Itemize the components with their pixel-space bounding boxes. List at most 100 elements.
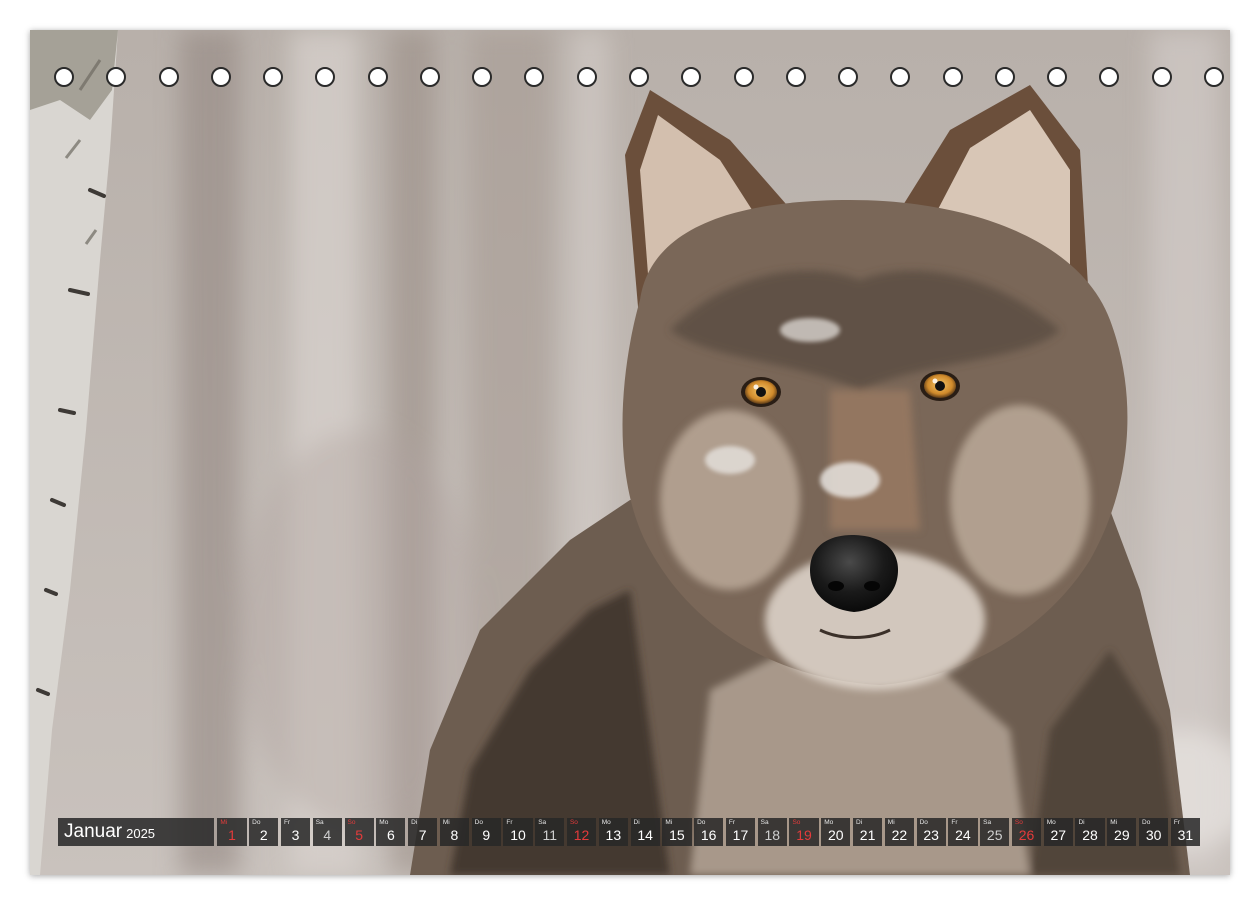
calendar-page: Januar 2025 Mi 1 Do 2 Fr 3 Sa 4 So 5 Mo 6 Di 7 Mi 8 Do 9 F…: [30, 30, 1230, 875]
day-number: 24: [955, 827, 971, 843]
weekday-label: Mi: [220, 819, 228, 826]
weekday-label: Mo: [601, 819, 611, 826]
day-cell: Mi 22: [884, 818, 914, 846]
day-number: 19: [796, 827, 812, 843]
day-cell: Sa 25: [980, 818, 1010, 846]
day-cell: Do 30: [1139, 818, 1169, 846]
month-name: Januar: [64, 821, 123, 842]
day-cells: Mi 1 Do 2 Fr 3 Sa 4 So 5 Mo 6 Di 7 Mi 8 Do 9 Fr 10 Sa 11 So 12 M…: [217, 818, 1200, 846]
day-number: 15: [669, 827, 685, 843]
day-number: 8: [450, 827, 459, 843]
weekday-label: So: [792, 819, 801, 826]
day-number: 23: [923, 827, 939, 843]
day-number: 13: [605, 827, 622, 843]
weekday-label: Do: [697, 819, 706, 826]
day-cell: Di 14: [630, 818, 660, 846]
day-number: 30: [1145, 827, 1162, 843]
day-cell: Mo 6: [376, 818, 406, 846]
day-cell: Mi 29: [1107, 818, 1137, 846]
binding-hole: [681, 67, 702, 87]
day-number: 16: [700, 827, 717, 843]
day-number: 9: [482, 827, 491, 843]
day-cell: Fr 31: [1170, 818, 1200, 846]
weekday-label: Di: [1078, 819, 1085, 826]
wolf-photo: [30, 30, 1230, 875]
weekday-label: Di: [633, 819, 640, 826]
day-cell: Do 2: [249, 818, 279, 846]
day-cell: Sa 18: [757, 818, 787, 846]
weekday-label: Fr: [728, 819, 736, 826]
day-cell: Mi 8: [439, 818, 470, 846]
binding-hole: [942, 67, 963, 87]
binding-hole: [994, 67, 1015, 87]
weekday-label: Do: [919, 819, 928, 826]
binding-hole: [54, 67, 74, 87]
weekday-label: Do: [474, 819, 483, 826]
binding-hole: [263, 67, 284, 87]
binding-hole: [890, 67, 911, 87]
weekday-label: So: [569, 819, 578, 826]
day-cell: So 12: [566, 818, 597, 846]
day-number: 7: [418, 827, 427, 843]
day-cell: Sa 11: [535, 818, 565, 846]
day-number: 6: [386, 827, 395, 843]
weekday-label: Sa: [538, 819, 547, 826]
day-number: 3: [291, 827, 300, 843]
day-cell: Do 23: [916, 818, 946, 846]
day-number: 20: [828, 827, 844, 843]
day-cell: Fr 10: [503, 818, 533, 846]
day-number: 27: [1050, 827, 1067, 843]
binding-hole: [1047, 67, 1068, 87]
binding-hole: [419, 67, 440, 87]
weekday-label: So: [1014, 819, 1023, 826]
day-cell: So 19: [789, 818, 819, 846]
day-number: 18: [764, 827, 781, 843]
binding-hole: [158, 67, 179, 87]
day-cell: Fr 3: [280, 818, 311, 846]
weekday-label: Mo: [824, 819, 834, 826]
day-number: 2: [259, 827, 268, 843]
weekday-label: Mi: [887, 819, 895, 826]
month-label: Januar 2025: [58, 818, 215, 846]
day-number: 5: [355, 827, 363, 843]
day-cell: Di 28: [1075, 818, 1105, 846]
day-number: 28: [1082, 827, 1098, 843]
weekday-label: Fr: [1173, 819, 1180, 826]
binding-hole: [315, 67, 336, 87]
binding-hole: [210, 67, 231, 87]
day-cell: Mi 15: [662, 818, 692, 846]
binding-hole: [367, 67, 388, 87]
binding-hole: [472, 67, 493, 87]
year: 2025: [126, 826, 156, 841]
weekday-label: Mi: [665, 819, 673, 826]
weekday-label: Sa: [315, 819, 324, 826]
weekday-label: Fr: [283, 819, 291, 826]
day-cell: Sa 4: [312, 818, 342, 846]
day-number: 29: [1114, 827, 1130, 843]
day-cell: Mo 27: [1043, 818, 1073, 846]
day-cell: Di 21: [853, 818, 883, 846]
day-number: 14: [637, 827, 653, 843]
binding-hole: [106, 67, 127, 87]
day-number: 22: [891, 827, 908, 843]
day-cell: So 26: [1011, 818, 1042, 846]
day-cell: Mo 13: [598, 818, 628, 846]
day-cell: Di 7: [408, 818, 438, 846]
day-cell: Mo 20: [821, 818, 851, 846]
day-cell: Fr 17: [725, 818, 756, 846]
day-cell: So 5: [344, 818, 374, 846]
weekday-label: Fr: [506, 819, 513, 826]
day-number: 1: [228, 827, 236, 843]
day-number: 4: [323, 827, 332, 843]
weekday-label: Do: [1142, 819, 1151, 826]
day-number: 26: [1018, 827, 1035, 843]
weekday-label: Mo: [1046, 819, 1056, 826]
day-cell: Fr 24: [948, 818, 978, 846]
day-number: 25: [986, 827, 1003, 843]
day-number: 10: [510, 827, 526, 843]
binding-hole: [576, 67, 597, 87]
weekday-label: So: [347, 819, 356, 826]
day-number: 12: [573, 827, 590, 843]
binding-hole: [1099, 67, 1120, 87]
day-cell: Mi 1: [217, 818, 247, 846]
